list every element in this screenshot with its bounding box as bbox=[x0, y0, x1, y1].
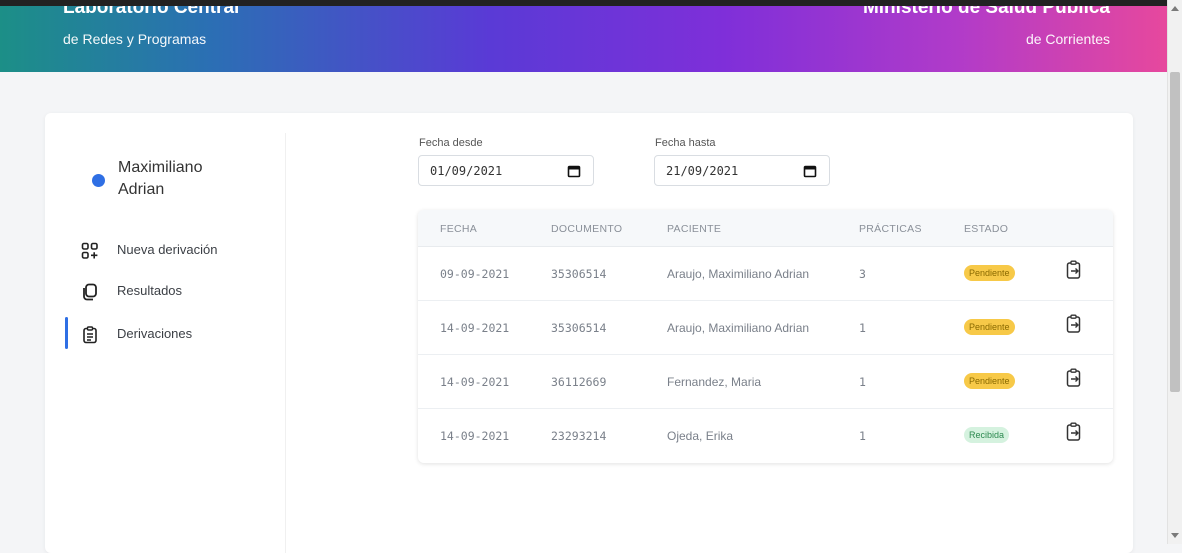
column-header-paciente[interactable]: PACIENTE bbox=[667, 223, 721, 235]
cell-fecha: 14-09-2021 bbox=[440, 429, 510, 443]
column-header-estado[interactable]: ESTADO bbox=[964, 223, 1008, 235]
cell-paciente: Ojeda, Erika bbox=[667, 429, 734, 443]
column-header-fecha[interactable]: FECHA bbox=[440, 223, 477, 235]
sidebar-item-resultados[interactable]: Resultados bbox=[65, 278, 275, 306]
table-row[interactable]: 14-09-2021 35306514 Araujo, Maximiliano … bbox=[418, 300, 1113, 355]
cell-documento: 23293214 bbox=[551, 429, 607, 443]
cell-paciente: Araujo, Maximiliano Adrian bbox=[667, 321, 810, 335]
active-indicator bbox=[65, 317, 68, 349]
status-badge: Pendiente bbox=[964, 319, 1015, 335]
fecha-desde-input[interactable]: 01/09/2021 bbox=[418, 155, 594, 186]
table-row[interactable]: 14-09-2021 36112669 Fernandez, Maria 1 P… bbox=[418, 354, 1113, 409]
derivaciones-table: FECHA DOCUMENTO PACIENTE PRÁCTICAS ESTAD… bbox=[418, 210, 1113, 463]
cell-practicas: 1 bbox=[859, 321, 866, 335]
sidebar-item-nueva-derivacion[interactable]: Nueva derivación bbox=[65, 237, 275, 265]
lab-title: Laboratorio Central bbox=[63, 6, 240, 18]
cell-fecha: 14-09-2021 bbox=[440, 375, 510, 389]
clipboard-list-icon bbox=[83, 326, 97, 344]
status-badge: Recibida bbox=[964, 427, 1010, 443]
fecha-hasta-input[interactable]: 21/09/2021 bbox=[654, 155, 830, 186]
ministry-title: Ministerio de Salud Publica bbox=[862, 6, 1110, 18]
column-header-documento[interactable]: DOCUMENTO bbox=[551, 223, 622, 235]
calendar-icon[interactable] bbox=[567, 164, 581, 178]
cell-documento: 35306514 bbox=[551, 267, 607, 281]
cell-fecha: 09-09-2021 bbox=[440, 267, 510, 281]
fecha-desde-value: 01/09/2021 bbox=[430, 164, 503, 178]
ministry-subtitle: de Corrientes bbox=[1025, 31, 1110, 47]
table-row[interactable]: 09-09-2021 35306514 Araujo, Maximiliano … bbox=[418, 246, 1113, 301]
scroll-up-arrow-icon[interactable] bbox=[1171, 6, 1179, 11]
table-row[interactable]: 14-09-2021 23293214 Ojeda, Erika 1 Recib… bbox=[418, 408, 1113, 462]
column-header-practicas[interactable]: PRÁCTICAS bbox=[859, 223, 922, 235]
calendar-icon[interactable] bbox=[803, 164, 817, 178]
cell-documento: 35306514 bbox=[551, 321, 607, 335]
sidebar-item-label: Derivaciones bbox=[117, 326, 193, 341]
copy-icon bbox=[83, 283, 97, 301]
sidebar-item-label: Resultados bbox=[117, 283, 183, 298]
grid-plus-icon bbox=[81, 242, 98, 259]
cell-documento: 36112669 bbox=[551, 375, 607, 389]
clipboard-export-icon[interactable] bbox=[1066, 422, 1082, 442]
app-header: Laboratorio Central de Redes y Programas… bbox=[0, 6, 1168, 72]
status-badge: Pendiente bbox=[964, 265, 1015, 281]
table-header: FECHA DOCUMENTO PACIENTE PRÁCTICAS ESTAD… bbox=[418, 210, 1113, 247]
scroll-down-arrow-icon[interactable] bbox=[1171, 533, 1179, 538]
fecha-desde-label: Fecha desde bbox=[419, 137, 483, 149]
cell-practicas: 1 bbox=[859, 429, 866, 443]
clipboard-export-icon[interactable] bbox=[1066, 368, 1082, 388]
user-profile: Maximiliano Adrian bbox=[65, 157, 265, 207]
clipboard-export-icon[interactable] bbox=[1066, 314, 1082, 334]
fecha-hasta-label: Fecha hasta bbox=[655, 137, 716, 149]
sidebar-item-label: Nueva derivación bbox=[117, 242, 218, 257]
cell-fecha: 14-09-2021 bbox=[440, 321, 510, 335]
clipboard-export-icon[interactable] bbox=[1066, 260, 1082, 280]
scroll-thumb[interactable] bbox=[1170, 72, 1180, 392]
sidebar-item-derivaciones[interactable]: Derivaciones bbox=[65, 317, 275, 349]
cell-practicas: 1 bbox=[859, 375, 866, 389]
status-badge: Pendiente bbox=[964, 373, 1015, 389]
user-status-dot bbox=[92, 174, 105, 187]
page-scrollbar[interactable] bbox=[1167, 0, 1182, 544]
cell-paciente: Fernandez, Maria bbox=[667, 375, 762, 389]
fecha-hasta-value: 21/09/2021 bbox=[666, 164, 739, 178]
user-name: Maximiliano Adrian bbox=[118, 159, 203, 198]
lab-subtitle: de Redes y Programas bbox=[63, 31, 207, 47]
cell-paciente: Araujo, Maximiliano Adrian bbox=[667, 267, 810, 281]
main-card: Maximiliano Adrian Nueva derivación Resu… bbox=[45, 113, 1133, 553]
sidebar: Maximiliano Adrian Nueva derivación Resu… bbox=[65, 133, 286, 553]
cell-practicas: 3 bbox=[859, 267, 866, 281]
